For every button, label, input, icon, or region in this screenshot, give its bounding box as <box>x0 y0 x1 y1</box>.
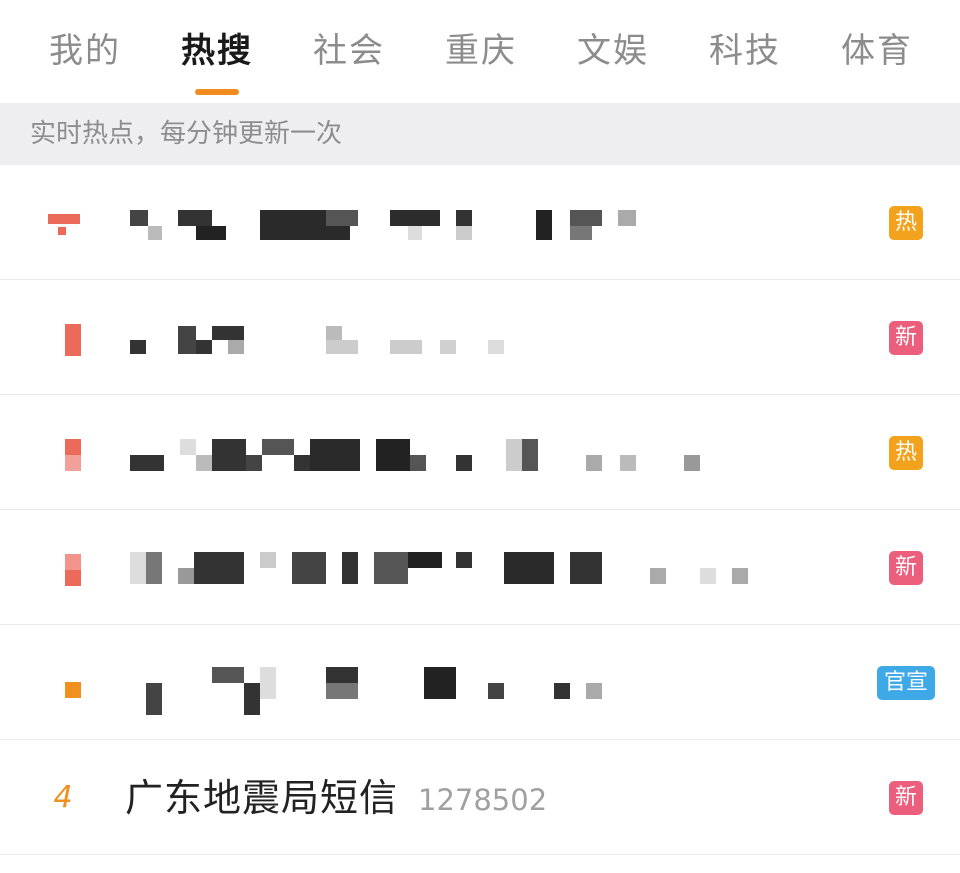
tab-tech[interactable]: 科技 <box>700 26 790 76</box>
rank-marker-fade <box>65 455 81 471</box>
active-tab-indicator <box>195 89 239 95</box>
list-item[interactable]: 热 <box>0 395 960 510</box>
official-badge: 官宣 <box>877 666 935 700</box>
list-item[interactable]: 新 <box>0 510 960 625</box>
tab-entertainment[interactable]: 文娱 <box>568 26 658 76</box>
list-item[interactable]: 热 <box>0 165 960 280</box>
rank-number: 4 <box>53 780 73 815</box>
redacted-title <box>130 439 710 479</box>
heat-count: 1278502 <box>418 783 548 817</box>
rank-marker <box>65 682 81 698</box>
list-item[interactable]: 官宣 <box>0 625 960 740</box>
new-badge: 新 <box>889 321 923 355</box>
pin-marker-icon-tail <box>58 227 66 235</box>
rank-marker <box>65 324 81 356</box>
tab-hot-search[interactable]: 热搜 <box>172 26 262 76</box>
redacted-title <box>130 552 750 592</box>
list-item[interactable]: 4 广东地震局短信 1278502 新 <box>0 740 960 855</box>
redacted-title <box>130 326 510 366</box>
hot-badge: 热 <box>889 436 923 470</box>
rank-marker <box>65 439 81 455</box>
hot-search-title[interactable]: 广东地震局短信 <box>125 776 398 820</box>
list-item[interactable]: 新 <box>0 280 960 395</box>
channel-tab-bar: 我的 热搜 社会 重庆 文娱 科技 体育 <box>0 0 960 103</box>
rank-marker-fade <box>65 570 81 586</box>
hot-badge: 热 <box>889 206 923 240</box>
rank-marker <box>65 554 81 570</box>
tab-mine[interactable]: 我的 <box>40 26 130 76</box>
tab-society[interactable]: 社会 <box>304 26 394 76</box>
new-badge: 新 <box>889 781 923 815</box>
new-badge: 新 <box>889 551 923 585</box>
redacted-title <box>130 210 650 250</box>
tab-sports[interactable]: 体育 <box>832 26 922 76</box>
pin-marker-icon <box>48 214 80 224</box>
tab-chongqing[interactable]: 重庆 <box>436 26 526 76</box>
redacted-title <box>130 667 610 715</box>
refresh-notice: 实时热点，每分钟更新一次 <box>0 103 960 165</box>
